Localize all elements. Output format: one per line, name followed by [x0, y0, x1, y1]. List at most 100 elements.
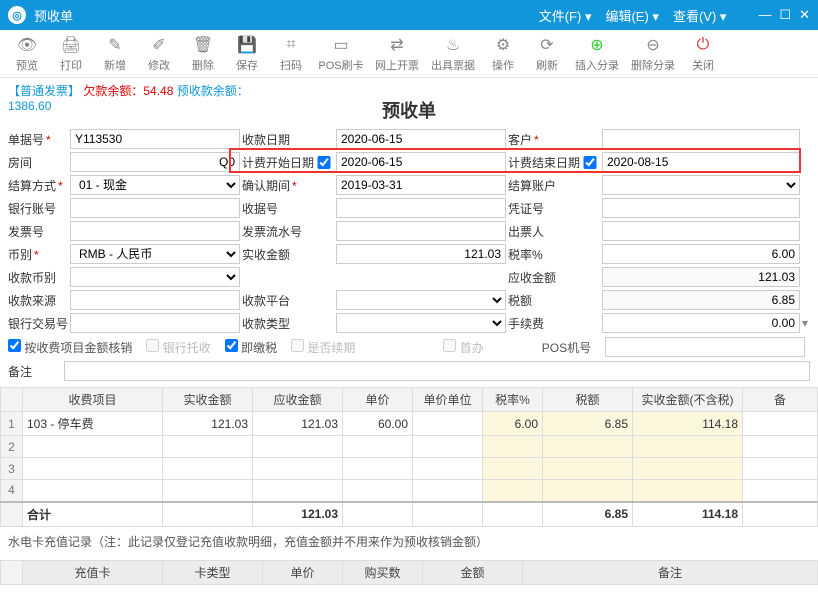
taxrate-input[interactable]	[602, 244, 800, 264]
billend-input[interactable]	[602, 152, 800, 172]
acct-select[interactable]	[602, 175, 800, 195]
recharge-grid: 充值卡卡类型单价 购买数金额备注	[0, 560, 818, 585]
label-docno: 单据号	[8, 131, 68, 148]
toolbar: 👁预览 🖨打印 ✎新增 ✐修改 🗑删除 💾保存 ⌗扫码 ▭POS刷卡 ⇄网上开票…	[0, 30, 818, 78]
edit-button[interactable]: ✐修改	[138, 33, 180, 75]
refresh-button[interactable]: ⟳刷新	[526, 33, 568, 75]
table-row[interactable]: 1 103 - 停车费 121.03 121.03 60.00 6.00 6.8…	[1, 412, 818, 436]
table-row[interactable]: 3	[1, 458, 818, 480]
taxamt-input	[602, 290, 800, 310]
receipt-button[interactable]: ♨出具票据	[426, 33, 480, 75]
label-issuer: 出票人	[508, 223, 578, 240]
edit-icon: ✐	[152, 35, 165, 55]
label-room: 房间	[8, 154, 68, 171]
billstart-check[interactable]	[314, 156, 334, 169]
gear-icon: ⚙	[496, 35, 510, 55]
billend-check[interactable]	[580, 156, 600, 169]
menu-bar: 文件(F) ▾ 编辑(E) ▾ 查看(V) ▾ — ☐ ✕	[539, 6, 810, 25]
voucher-input[interactable]	[602, 198, 800, 218]
label-currency: 币别	[8, 246, 68, 263]
customer-input[interactable]	[602, 129, 800, 149]
room-input[interactable]	[70, 152, 240, 172]
label-acct: 结算账户	[508, 177, 578, 194]
refresh-icon: ⟳	[540, 35, 553, 55]
platform-select[interactable]	[336, 290, 506, 310]
detail-grid: 收费项目实收金额应收金额 单价单价单位税率% 税额实收金额(不含税)备 1 10…	[0, 387, 818, 527]
instant-check[interactable]	[225, 339, 238, 352]
billstart-input[interactable]	[336, 152, 506, 172]
source-input[interactable]	[70, 290, 240, 310]
label-fee: 手续费	[508, 315, 578, 332]
label-should: 应收金额	[508, 269, 578, 286]
label-settle: 结算方式	[8, 177, 68, 194]
remark-row: 备注	[0, 359, 818, 383]
pos-button[interactable]: ▭POS刷卡	[314, 33, 368, 75]
grid2-header: 充值卡卡类型单价 购买数金额备注	[1, 560, 818, 584]
new-icon: ✎	[108, 35, 121, 55]
form: 单据号 收款日期 客户 房间 计费开始日期 计费结束日期 结算方式 01 - 现…	[0, 127, 818, 335]
operate-button[interactable]: ⚙操作	[482, 33, 524, 75]
menu-view[interactable]: 查看(V) ▾	[673, 6, 726, 25]
print-button[interactable]: 🖨打印	[50, 33, 92, 75]
app-logo-icon: ◎	[8, 6, 26, 24]
label-taxamt: 税额	[508, 292, 578, 309]
minus-circle-icon: ⊖	[646, 35, 659, 55]
actual-input[interactable]	[336, 244, 506, 264]
recvdate-input[interactable]	[336, 129, 506, 149]
label-bankno: 银行账号	[8, 200, 68, 217]
label-recvtype: 收款类型	[242, 315, 312, 332]
should-input	[602, 267, 800, 287]
renew-check	[291, 339, 304, 352]
card-icon: ▭	[333, 35, 348, 55]
minimize-icon[interactable]: —	[758, 7, 771, 23]
fee-input[interactable]	[602, 313, 800, 333]
recvtype-select[interactable]	[336, 313, 506, 333]
new-button[interactable]: ✎新增	[94, 33, 136, 75]
label-billstart: 计费开始日期	[242, 154, 312, 171]
dropdown-icon[interactable]: ▾	[802, 316, 810, 330]
note-text: 水电卡充值记录（注：此记录仅登记充值收款明细，充值金额并不用来作为预收核销金额）	[0, 527, 818, 556]
grid-header: 收费项目实收金额应收金额 单价单价单位税率% 税额实收金额(不含税)备	[1, 388, 818, 412]
scan-icon: ⌗	[286, 35, 295, 55]
title-bar: ◎ 预收单 文件(F) ▾ 编辑(E) ▾ 查看(V) ▾ — ☐ ✕	[0, 0, 818, 30]
label-platform: 收款平台	[242, 292, 312, 309]
invflow-input[interactable]	[336, 221, 506, 241]
save-button[interactable]: 💾保存	[226, 33, 268, 75]
currency-select[interactable]: RMB - 人民币	[70, 244, 240, 264]
table-row[interactable]: 2	[1, 436, 818, 458]
close-button[interactable]: ⏻关闭	[682, 33, 724, 75]
close-icon[interactable]: ✕	[799, 7, 810, 23]
docno-input[interactable]	[70, 129, 240, 149]
maximize-icon[interactable]: ☐	[779, 7, 791, 23]
insert-row-button[interactable]: ⊕插入分录	[570, 33, 624, 75]
plus-circle-icon: ⊕	[590, 35, 603, 55]
confirm-input[interactable]	[336, 175, 506, 195]
swap-icon: ⇄	[390, 35, 403, 55]
preview-button[interactable]: 👁预览	[6, 33, 48, 75]
issuer-input[interactable]	[602, 221, 800, 241]
invno-input[interactable]	[70, 221, 240, 241]
eye-icon: 👁	[17, 35, 37, 55]
banktuo-check	[146, 339, 159, 352]
label-confirm: 确认期间	[242, 177, 312, 194]
menu-edit[interactable]: 编辑(E) ▾	[605, 6, 658, 25]
bankno-input[interactable]	[70, 198, 240, 218]
label-banktxn: 银行交易号	[8, 315, 68, 332]
table-row[interactable]: 4	[1, 480, 818, 502]
remark-input[interactable]	[64, 361, 810, 381]
banktxn-input[interactable]	[70, 313, 240, 333]
menu-file[interactable]: 文件(F) ▾	[539, 6, 592, 25]
save-icon: 💾	[237, 35, 257, 55]
label-customer: 客户	[508, 131, 578, 148]
webinvoice-button[interactable]: ⇄网上开票	[370, 33, 424, 75]
settle-select[interactable]: 01 - 现金	[70, 175, 240, 195]
delete-button[interactable]: 🗑删除	[182, 33, 224, 75]
recvno-input[interactable]	[336, 198, 506, 218]
label-invflow: 发票流水号	[242, 223, 312, 240]
posno-input[interactable]	[605, 337, 805, 357]
delete-row-button[interactable]: ⊖删除分录	[626, 33, 680, 75]
byitem-check[interactable]	[8, 339, 21, 352]
scan-button[interactable]: ⌗扫码	[270, 33, 312, 75]
options-row: 按收费项目金额核销 银行托收 即缴税 是否续期 首办 POS机号	[0, 335, 818, 359]
recvcur-select[interactable]	[70, 267, 240, 287]
